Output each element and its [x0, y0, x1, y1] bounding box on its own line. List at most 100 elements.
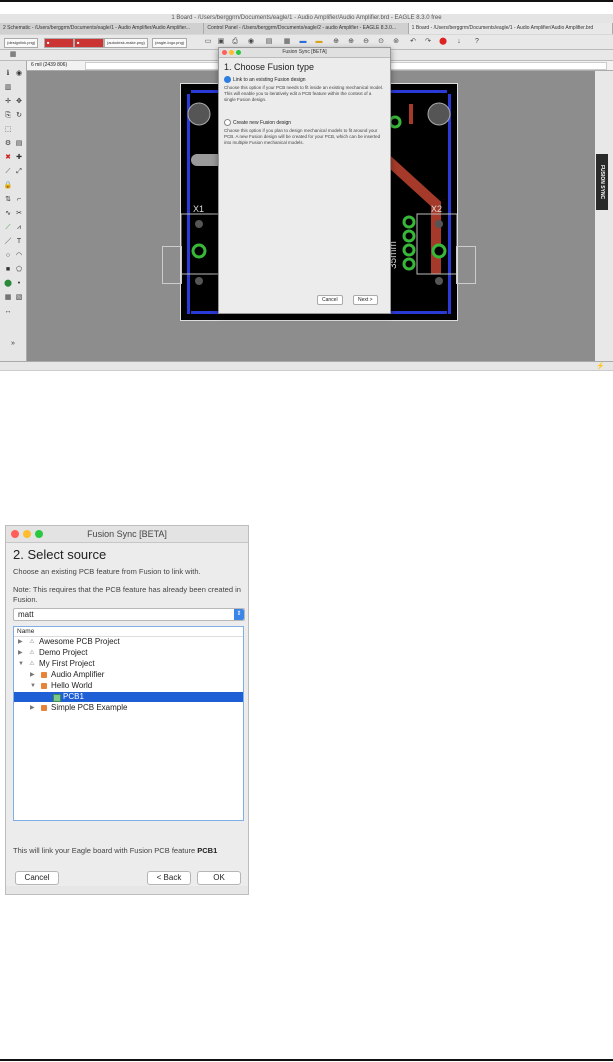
rect-icon[interactable]: ■: [3, 265, 13, 275]
radio-selected-icon[interactable]: [224, 76, 231, 83]
dialog2-bottom-bar: [6, 886, 248, 894]
radio-unselected-icon[interactable]: [224, 119, 231, 126]
add-icon[interactable]: ✚: [14, 153, 24, 163]
toolbar-image-autodesk-make[interactable]: (autodesk-make.png): [104, 38, 148, 48]
tree-row[interactable]: ▼ ⚠ My First Project: [14, 659, 243, 669]
zoom-icon[interactable]: [236, 50, 241, 55]
route-icon[interactable]: ∿: [3, 209, 13, 219]
arc-icon[interactable]: ◠: [14, 251, 24, 261]
chevron-updown-icon[interactable]: ⇕: [234, 609, 244, 620]
lock-icon[interactable]: 🔒: [3, 181, 13, 191]
toolbar-image-designlink[interactable]: (designlink.png): [4, 38, 39, 48]
split-icon[interactable]: ⟋: [3, 167, 13, 177]
toolbar-image-red-1[interactable]: ■: [44, 38, 74, 48]
tree-row-label: Simple PCB Example: [51, 703, 128, 712]
autoroute-icon[interactable]: ⟋: [3, 223, 13, 233]
disclosure-open-icon[interactable]: ▼: [18, 659, 24, 669]
tree-row[interactable]: PCB1: [14, 692, 243, 702]
minimize-icon[interactable]: [23, 530, 31, 538]
stop-icon[interactable]: ⬤: [438, 37, 448, 47]
mark-icon[interactable]: ✛: [3, 97, 13, 107]
polygon-icon[interactable]: ⬠: [14, 265, 24, 275]
hole-icon[interactable]: •: [14, 279, 24, 289]
zoom-out-icon[interactable]: ⊖: [361, 37, 371, 47]
save-icon[interactable]: ▣: [216, 37, 226, 47]
disclosure-closed-icon[interactable]: ▶: [30, 703, 35, 713]
cancel-button[interactable]: Cancel: [317, 295, 343, 305]
grid-readout: 6 mil (2439 806): [31, 62, 68, 68]
dialog2-titlebar: Fusion Sync [BETA]: [6, 526, 248, 543]
copy-icon[interactable]: ⎘: [3, 111, 13, 121]
via-icon[interactable]: ⬤: [3, 279, 13, 289]
print-icon[interactable]: ⎙: [230, 37, 240, 47]
grid-icon[interactable]: ▦: [8, 50, 18, 60]
board-icon[interactable]: ▦: [282, 37, 292, 47]
toolbar-image-eagle-logo[interactable]: (eagle-logo.png): [152, 38, 188, 48]
disclosure-open-icon[interactable]: ▼: [30, 681, 36, 691]
cam-icon[interactable]: ◉: [246, 37, 256, 47]
ripup-icon[interactable]: ✂: [14, 209, 24, 219]
tree-row-label: Hello World: [51, 681, 93, 690]
delete-icon[interactable]: ✖: [3, 153, 13, 163]
tree-row[interactable]: ▶ ⚠ Demo Project: [14, 648, 243, 658]
cancel-button[interactable]: Cancel: [15, 871, 59, 885]
expand-toolbar-icon[interactable]: »: [8, 339, 18, 349]
text-icon[interactable]: T: [14, 237, 24, 247]
fusion-sync-tab[interactable]: FUSION SYNC: [596, 154, 608, 210]
circle-icon[interactable]: ○: [3, 251, 13, 261]
help-icon[interactable]: ?: [472, 37, 482, 47]
zoom-in-icon[interactable]: ⊕: [346, 37, 356, 47]
show-icon[interactable]: ◉: [14, 69, 24, 79]
group-icon[interactable]: ⬚: [3, 125, 13, 135]
zoom-select-icon[interactable]: ⊚: [391, 37, 401, 47]
tree-row[interactable]: ▶ ⚠ Awesome PCB Project: [14, 637, 243, 647]
option-link-existing[interactable]: Link to an existing Fusion design: [224, 76, 306, 83]
zoom-redraw-icon[interactable]: ⊙: [376, 37, 386, 47]
option2-description: Choose this option if you plan to design…: [224, 128, 381, 145]
ok-button[interactable]: OK: [197, 871, 241, 885]
next-button[interactable]: Next >: [353, 295, 378, 305]
redo-icon[interactable]: ↷: [423, 37, 433, 47]
new-icon[interactable]: ▭: [203, 37, 213, 47]
change-icon[interactable]: ⚙: [3, 139, 13, 149]
zoom-fit-icon[interactable]: ⊕: [331, 37, 341, 47]
display-icon[interactable]: ▥: [3, 83, 13, 93]
ulp-icon[interactable]: ▬: [298, 37, 308, 47]
go-icon[interactable]: ↓: [454, 37, 464, 47]
link-summary: This will link your Eagle board with Fus…: [13, 846, 217, 855]
source-tree[interactable]: Name ▶ ⚠ Awesome PCB Project ▶ ⚠ Demo Project…: [13, 626, 244, 821]
wire-icon[interactable]: ／: [3, 237, 13, 247]
dimension-icon[interactable]: ↔: [3, 307, 13, 317]
rotate-icon[interactable]: ↻: [14, 111, 24, 121]
option-create-new[interactable]: Create new Fusion design: [224, 119, 291, 126]
account-select[interactable]: matt ⇕: [13, 608, 245, 621]
disclosure-closed-icon[interactable]: ▶: [30, 670, 35, 680]
zoom-icon[interactable]: [35, 530, 43, 538]
optimize-icon[interactable]: ⤢: [14, 167, 24, 177]
miter-icon[interactable]: ⌐: [14, 195, 24, 205]
tree-row[interactable]: ▶ Simple PCB Example: [14, 703, 243, 713]
ratsnest-icon[interactable]: ▦: [3, 293, 13, 303]
minimize-icon[interactable]: [229, 50, 234, 55]
back-button[interactable]: < Back: [147, 871, 191, 885]
tab-schematic[interactable]: 2 Schematic - /Users/berggrm/Documents/e…: [0, 23, 205, 34]
disclosure-closed-icon[interactable]: ▶: [18, 648, 23, 658]
dialog1-titlebar: Fusion Sync [BETA]: [219, 48, 390, 58]
disclosure-closed-icon[interactable]: ▶: [18, 637, 23, 647]
tree-row[interactable]: ▼ Hello World: [14, 681, 243, 691]
toolbar-image-red-2[interactable]: ■: [74, 38, 104, 48]
smash-icon[interactable]: ⇅: [3, 195, 13, 205]
tab-board[interactable]: 1 Board - /Users/berggrm/Documents/eagle…: [408, 23, 613, 34]
script-icon[interactable]: ▬: [314, 37, 324, 47]
meander-icon[interactable]: ⩘: [14, 223, 24, 233]
drc-icon[interactable]: ▧: [14, 293, 24, 303]
sheet-icon[interactable]: ▤: [264, 37, 274, 47]
undo-icon[interactable]: ↶: [408, 37, 418, 47]
close-icon[interactable]: [222, 50, 227, 55]
paste-icon[interactable]: ▤: [14, 139, 24, 149]
move-icon[interactable]: ✥: [14, 97, 24, 107]
info-icon[interactable]: ℹ: [3, 69, 13, 79]
close-icon[interactable]: [11, 530, 19, 538]
tab-control-panel[interactable]: Control Panel - /Users/berggrm/Documents…: [204, 23, 409, 34]
tree-row[interactable]: ▶ Audio Amplifier: [14, 670, 243, 680]
